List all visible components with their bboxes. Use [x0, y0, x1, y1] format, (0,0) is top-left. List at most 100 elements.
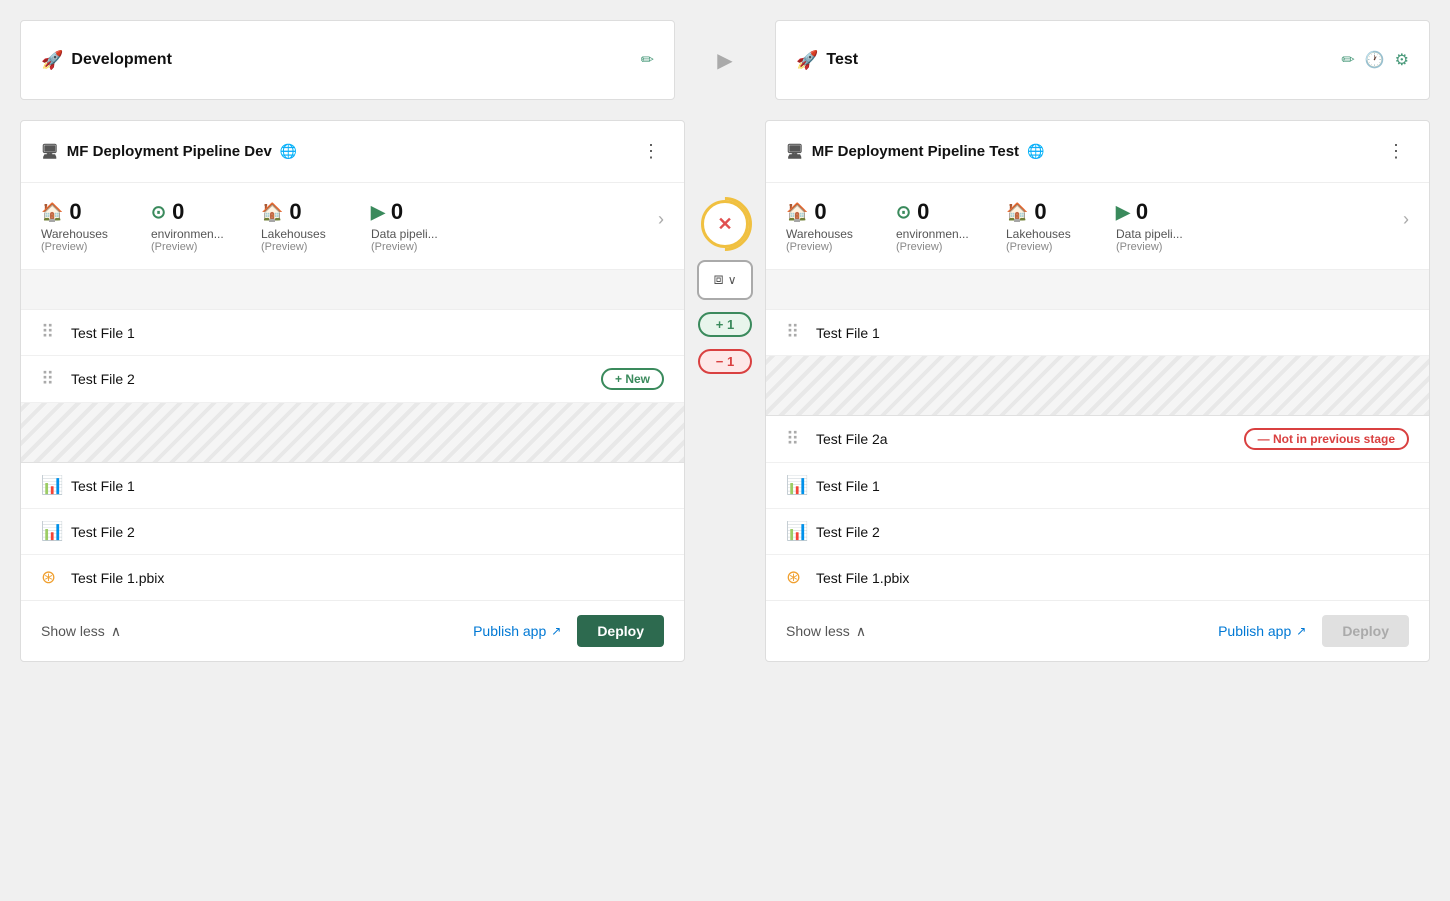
test-datapipeline-sublabel: (Preview) — [1116, 241, 1162, 253]
test-history-icon[interactable]: 🕐 — [1365, 50, 1385, 70]
test-env-icon: ⊙ — [896, 202, 911, 223]
dev-datapipeline-sublabel: (Preview) — [371, 241, 417, 253]
dev-footer-actions: Publish app ↗ Deploy — [473, 615, 664, 647]
dev-metric-datapipeline: ▶ 0 Data pipeli... (Preview) — [371, 199, 481, 253]
dev-stage-title: 🚀 Development — [41, 50, 172, 71]
dev-file-grid-icon-2: ⠿ — [41, 369, 61, 390]
dev-warehouse-label: Warehouses — [41, 227, 108, 241]
dev-filter-row — [21, 270, 684, 310]
test-datapipeline-icon: ▶ — [1116, 202, 1130, 223]
dev-edit-icon[interactable]: ✏ — [641, 50, 654, 70]
dev-pipeline-title: 🖥 MF Deployment Pipeline Dev 🌐 — [41, 143, 297, 160]
dev-file-bar-icon-1: 📊 — [41, 475, 61, 496]
test-publish-app-button[interactable]: Publish app ↗ — [1218, 623, 1306, 639]
test-metrics-arrow[interactable]: › — [1403, 199, 1409, 240]
dev-stage-card: 🚀 Development ✏ — [20, 20, 675, 100]
dev-metric-env: ⊙ 0 environmen... (Preview) — [151, 199, 261, 253]
test-file-bar-icon-2: 📊 — [786, 521, 806, 542]
main-container: 🚀 Development ✏ ▶ 🚀 Test ✏ 🕐 ⚙ — [20, 20, 1430, 662]
dev-env-count: 0 — [172, 199, 184, 225]
dev-file-item-2: ⠿ Test File 2 + New — [21, 356, 684, 403]
test-metric-lakehouse: 🏠 0 Lakehouses (Preview) — [1006, 199, 1116, 253]
test-file-grid-icon-2a: ⠿ — [786, 429, 806, 450]
dev-file-bar-icon-2: 📊 — [41, 521, 61, 542]
dev-publish-app-label: Publish app — [473, 623, 546, 639]
dev-stage-label: Development — [71, 51, 171, 69]
test-pipeline-name: MF Deployment Pipeline Test — [812, 143, 1019, 160]
dev-file-grid-icon-1: ⠿ — [41, 322, 61, 343]
test-file-item-2a: ⠿ Test File 2a — Not in previous stage — [766, 416, 1429, 463]
dev-metrics-arrow[interactable]: › — [658, 199, 664, 240]
test-lakehouse-label: Lakehouses — [1006, 227, 1071, 241]
test-stage-actions: ✏ 🕐 ⚙ — [1341, 50, 1409, 70]
dev-env-sublabel: (Preview) — [151, 241, 197, 253]
test-metric-datapipeline: ▶ 0 Data pipeli... (Preview) — [1116, 199, 1226, 253]
test-edit-icon[interactable]: ✏ — [1341, 50, 1354, 70]
test-warehouse-icon: 🏠 — [786, 202, 808, 223]
dev-pipeline-name: MF Deployment Pipeline Dev — [67, 143, 272, 160]
bottom-row: 🖥 MF Deployment Pipeline Dev 🌐 ⋮ 🏠 0 War… — [20, 120, 1430, 662]
dev-lakehouse-sublabel: (Preview) — [261, 241, 307, 253]
test-file-item-3: 📊 Test File 1 — [766, 463, 1429, 509]
dev-file-item-4: 📊 Test File 2 — [21, 509, 684, 555]
dev-publish-app-button[interactable]: Publish app ↗ — [473, 623, 561, 639]
test-env-count: 0 — [917, 199, 929, 225]
dev-env-label: environmen... — [151, 227, 224, 241]
test-not-in-stage-badge: — Not in previous stage — [1244, 428, 1409, 450]
test-settings-icon[interactable]: ⚙ — [1395, 50, 1409, 70]
dev-datapipeline-icon: ▶ — [371, 202, 385, 223]
stage-arrow-connector: ▶ — [695, 48, 755, 73]
dev-pipeline-network-icon: 🌐 — [280, 143, 297, 160]
dev-file-name-3: Test File 1 — [71, 478, 664, 494]
test-pipeline-header: 🖥 MF Deployment Pipeline Test 🌐 ⋮ — [766, 121, 1429, 183]
compare-button[interactable]: ⧈ ∨ — [697, 260, 753, 300]
diff-minus-badge: − 1 — [698, 349, 752, 374]
test-datapipeline-count: 0 — [1136, 199, 1148, 225]
dev-show-less-button[interactable]: Show less ∧ — [41, 623, 121, 640]
dev-warehouse-count: 0 — [69, 199, 81, 225]
test-warehouse-count: 0 — [814, 199, 826, 225]
dev-pipeline-db-icon: 🖥 — [41, 143, 59, 160]
test-show-less-label: Show less — [786, 623, 850, 639]
compare-icon: ⧈ — [714, 271, 724, 289]
test-file-name-4: Test File 2 — [816, 524, 1409, 540]
test-stage-card: 🚀 Test ✏ 🕐 ⚙ — [775, 20, 1430, 100]
test-file-list: ⠿ Test File 1 ⠿ Test File 2a — Not in pr… — [766, 310, 1429, 600]
refresh-status-icon: ✕ — [701, 200, 749, 248]
test-footer-actions: Publish app ↗ Deploy — [1218, 615, 1409, 647]
test-pipeline-db-icon: 🖥 — [786, 143, 804, 160]
dev-lakehouse-count: 0 — [289, 199, 301, 225]
dev-file-name-1: Test File 1 — [71, 325, 664, 341]
test-metric-env: ⊙ 0 environmen... (Preview) — [896, 199, 1006, 253]
test-publish-app-label: Publish app — [1218, 623, 1291, 639]
test-metric-warehouses: 🏠 0 Warehouses (Preview) — [786, 199, 896, 253]
test-publish-app-icon: ↗ — [1296, 624, 1306, 638]
dev-show-less-label: Show less — [41, 623, 105, 639]
test-deploy-button: Deploy — [1322, 615, 1409, 647]
dev-pipeline-menu-icon[interactable]: ⋮ — [638, 137, 664, 166]
dev-new-badge: + New — [601, 368, 664, 390]
test-pipeline-menu-icon[interactable]: ⋮ — [1383, 137, 1409, 166]
dev-file-item-3: 📊 Test File 1 — [21, 463, 684, 509]
dev-deploy-button[interactable]: Deploy — [577, 615, 664, 647]
test-file-grid-icon-1: ⠿ — [786, 322, 806, 343]
test-show-less-button[interactable]: Show less ∧ — [786, 623, 866, 640]
dev-warehouse-sublabel: (Preview) — [41, 241, 87, 253]
test-pipeline-title: 🖥 MF Deployment Pipeline Test 🌐 — [786, 143, 1044, 160]
dev-file-name-5: Test File 1.pbix — [71, 570, 664, 586]
diff-plus-badge: + 1 — [698, 312, 752, 337]
dev-warehouse-icon: 🏠 — [41, 202, 63, 223]
test-show-less-chevron: ∧ — [856, 623, 866, 640]
test-warehouse-label: Warehouses — [786, 227, 853, 241]
dev-publish-app-icon: ↗ — [551, 624, 561, 638]
test-pipeline-card: 🖥 MF Deployment Pipeline Test 🌐 ⋮ 🏠 0 Wa… — [765, 120, 1430, 662]
dev-file-item-1: ⠿ Test File 1 — [21, 310, 684, 356]
dev-pipeline-header: 🖥 MF Deployment Pipeline Dev 🌐 ⋮ — [21, 121, 684, 183]
test-file-name-5: Test File 1.pbix — [816, 570, 1409, 586]
test-lakehouse-sublabel: (Preview) — [1006, 241, 1052, 253]
dev-file-list: ⠿ Test File 1 ⠿ Test File 2 + New 📊 Test… — [21, 310, 684, 600]
dev-show-less-chevron: ∧ — [111, 623, 121, 640]
test-file-name-3: Test File 1 — [816, 478, 1409, 494]
dev-file-item-5: ⊛ Test File 1.pbix — [21, 555, 684, 600]
test-env-sublabel: (Preview) — [896, 241, 942, 253]
